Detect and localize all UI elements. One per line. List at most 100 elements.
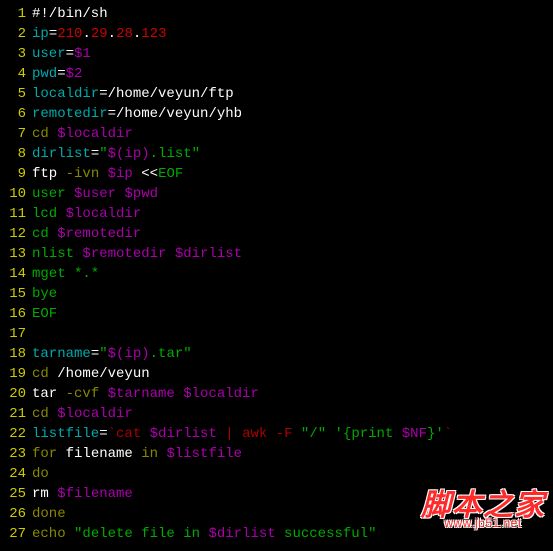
code-content[interactable]: user=$1	[32, 44, 91, 64]
token: |	[217, 426, 242, 442]
code-content[interactable]: bye	[32, 284, 57, 304]
code-content[interactable]: EOF	[32, 304, 57, 324]
token: $dirlist	[175, 246, 242, 262]
code-content[interactable]: ip=210.29.28.123	[32, 24, 167, 44]
token: `	[108, 426, 116, 442]
code-line[interactable]: 27echo "delete file in $dirlist successf…	[0, 524, 553, 544]
code-line[interactable]: 1#!/bin/sh	[0, 4, 553, 24]
token: $pwd	[124, 186, 158, 202]
token: do	[32, 466, 49, 482]
token: =	[49, 26, 57, 42]
code-content[interactable]: cd $localdir	[32, 404, 133, 424]
line-number: 13	[0, 244, 32, 264]
token	[99, 166, 107, 182]
token	[49, 406, 57, 422]
code-content[interactable]: #!/bin/sh	[32, 4, 108, 24]
code-content[interactable]: remotedir=/home/veyun/yhb	[32, 104, 242, 124]
code-line[interactable]: 12cd $remotedir	[0, 224, 553, 244]
token: =/home/veyun/ftp	[99, 86, 233, 102]
token: $ip	[108, 166, 133, 182]
line-number: 3	[0, 44, 32, 64]
token: `	[444, 426, 452, 442]
line-number: 2	[0, 24, 32, 44]
code-line[interactable]: 18tarname="$(ip).tar"	[0, 344, 553, 364]
code-line[interactable]: 5localdir=/home/veyun/ftp	[0, 84, 553, 104]
code-content[interactable]: user $user $pwd	[32, 184, 158, 204]
token	[267, 426, 275, 442]
code-content[interactable]: echo "delete file in $dirlist successful…	[32, 524, 376, 544]
code-content[interactable]: for filename in $listfile	[32, 444, 242, 464]
code-content[interactable]: nlist $remotedir $dirlist	[32, 244, 242, 264]
token: tarname	[32, 346, 91, 362]
code-content[interactable]: mget *.*	[32, 264, 99, 284]
line-number: 7	[0, 124, 32, 144]
token: for	[32, 446, 57, 462]
code-line[interactable]: 26done	[0, 504, 553, 524]
code-content[interactable]: listfile=`cat $dirlist | awk -F "/" '{pr…	[32, 424, 452, 444]
code-editor[interactable]: 1#!/bin/sh2ip=210.29.28.1233user=$14pwd=…	[0, 0, 553, 548]
code-content[interactable]: do	[32, 464, 49, 484]
token: $tarname	[108, 386, 175, 402]
code-line[interactable]: 3user=$1	[0, 44, 553, 64]
token: $filename	[57, 486, 133, 502]
token	[99, 386, 107, 402]
code-line[interactable]: 17	[0, 324, 553, 344]
code-line[interactable]: 9ftp -ivn $ip <<EOF	[0, 164, 553, 184]
code-content[interactable]: ftp -ivn $ip <<EOF	[32, 164, 183, 184]
line-number: 22	[0, 424, 32, 444]
code-content[interactable]: lcd $localdir	[32, 204, 141, 224]
token: cd	[32, 226, 57, 242]
token: #!/bin/sh	[32, 6, 108, 22]
token: .	[82, 26, 90, 42]
code-line[interactable]: 23for filename in $listfile	[0, 444, 553, 464]
line-number: 5	[0, 84, 32, 104]
line-number: 27	[0, 524, 32, 544]
line-number: 14	[0, 264, 32, 284]
token: =	[66, 46, 74, 62]
line-number: 19	[0, 364, 32, 384]
token	[49, 126, 57, 142]
code-content[interactable]: done	[32, 504, 66, 524]
code-line[interactable]: 4pwd=$2	[0, 64, 553, 84]
token: cat	[116, 426, 150, 442]
code-content[interactable]: localdir=/home/veyun/ftp	[32, 84, 234, 104]
line-number: 21	[0, 404, 32, 424]
line-number: 1	[0, 4, 32, 24]
code-line[interactable]: 19cd /home/veyun	[0, 364, 553, 384]
code-content[interactable]: tar -cvf $tarname $localdir	[32, 384, 259, 404]
code-line[interactable]: 25rm $filename	[0, 484, 553, 504]
code-line[interactable]: 11lcd $localdir	[0, 204, 553, 224]
code-line[interactable]: 21cd $localdir	[0, 404, 553, 424]
token: nlist	[32, 246, 82, 262]
code-line[interactable]: 22listfile=`cat $dirlist | awk -F "/" '{…	[0, 424, 553, 444]
code-content[interactable]: cd $remotedir	[32, 224, 141, 244]
code-content[interactable]: rm $filename	[32, 484, 133, 504]
code-content[interactable]: dirlist="$(ip).list"	[32, 144, 200, 164]
code-line[interactable]: 2ip=210.29.28.123	[0, 24, 553, 44]
token	[66, 526, 74, 542]
code-line[interactable]: 14mget *.*	[0, 264, 553, 284]
code-line[interactable]: 16EOF	[0, 304, 553, 324]
token	[293, 426, 301, 442]
token: /home/veyun	[49, 366, 150, 382]
line-number: 12	[0, 224, 32, 244]
code-line[interactable]: 13nlist $remotedir $dirlist	[0, 244, 553, 264]
code-content[interactable]: cd $localdir	[32, 124, 133, 144]
code-line[interactable]: 6remotedir=/home/veyun/yhb	[0, 104, 553, 124]
code-line[interactable]: 20tar -cvf $tarname $localdir	[0, 384, 553, 404]
code-line[interactable]: 24do	[0, 464, 553, 484]
code-line[interactable]: 10user $user $pwd	[0, 184, 553, 204]
code-line[interactable]: 8dirlist="$(ip).list"	[0, 144, 553, 164]
token: cd	[32, 366, 49, 382]
token: =	[91, 146, 99, 162]
token: listfile	[32, 426, 99, 442]
code-content[interactable]: pwd=$2	[32, 64, 82, 84]
token	[326, 426, 334, 442]
code-content[interactable]: cd /home/veyun	[32, 364, 150, 384]
token: done	[32, 506, 66, 522]
code-content[interactable]: tarname="$(ip).tar"	[32, 344, 192, 364]
code-line[interactable]: 15bye	[0, 284, 553, 304]
code-line[interactable]: 7cd $localdir	[0, 124, 553, 144]
line-number: 17	[0, 324, 32, 344]
token: mget *.*	[32, 266, 99, 282]
